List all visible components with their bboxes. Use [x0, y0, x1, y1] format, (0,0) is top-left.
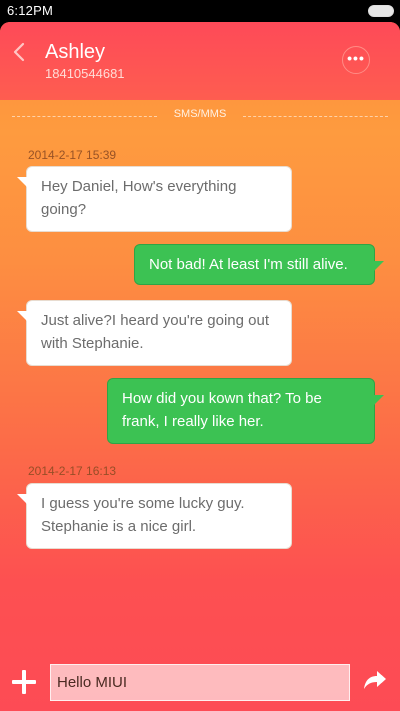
message-timestamp: 2014-2-17 16:13	[28, 464, 117, 478]
incoming-message[interactable]: Just alive?I heard you're going out with…	[17, 300, 292, 366]
chevron-left-icon	[13, 42, 25, 62]
contact-name[interactable]: Ashley	[45, 41, 105, 64]
send-button[interactable]	[362, 668, 388, 692]
message-input[interactable]	[50, 664, 350, 701]
channel-divider: SMS/MMS	[12, 108, 388, 124]
outgoing-message[interactable]: How did you kown that? To be frank, I re…	[107, 378, 384, 444]
message-timestamp: 2014-2-17 15:39	[28, 148, 117, 162]
send-arrow-icon	[364, 671, 386, 689]
status-time: 6:12PM	[7, 3, 54, 18]
battery-icon	[368, 5, 394, 17]
conversation-screen: Ashley 18410544681 ••• SMS/MMS 2014-2-17…	[0, 22, 400, 711]
conversation-header: Ashley 18410544681 •••	[0, 22, 400, 100]
contact-number: 18410544681	[45, 66, 125, 81]
channel-label: SMS/MMS	[173, 108, 227, 120]
divider-line-right	[243, 116, 388, 117]
more-options-button[interactable]: •••	[342, 46, 370, 74]
composer-bar	[0, 658, 400, 711]
incoming-message[interactable]: Hey Daniel, How's everything going?	[17, 166, 292, 232]
more-horizontal-icon: •••	[347, 50, 365, 66]
back-button[interactable]	[12, 42, 32, 64]
attach-button[interactable]	[12, 670, 36, 694]
outgoing-message[interactable]: Not bad! At least I'm still alive.	[134, 244, 384, 285]
status-bar: 6:12PM	[0, 0, 400, 22]
incoming-message[interactable]: I guess you're some lucky guy. Stephanie…	[17, 483, 292, 549]
